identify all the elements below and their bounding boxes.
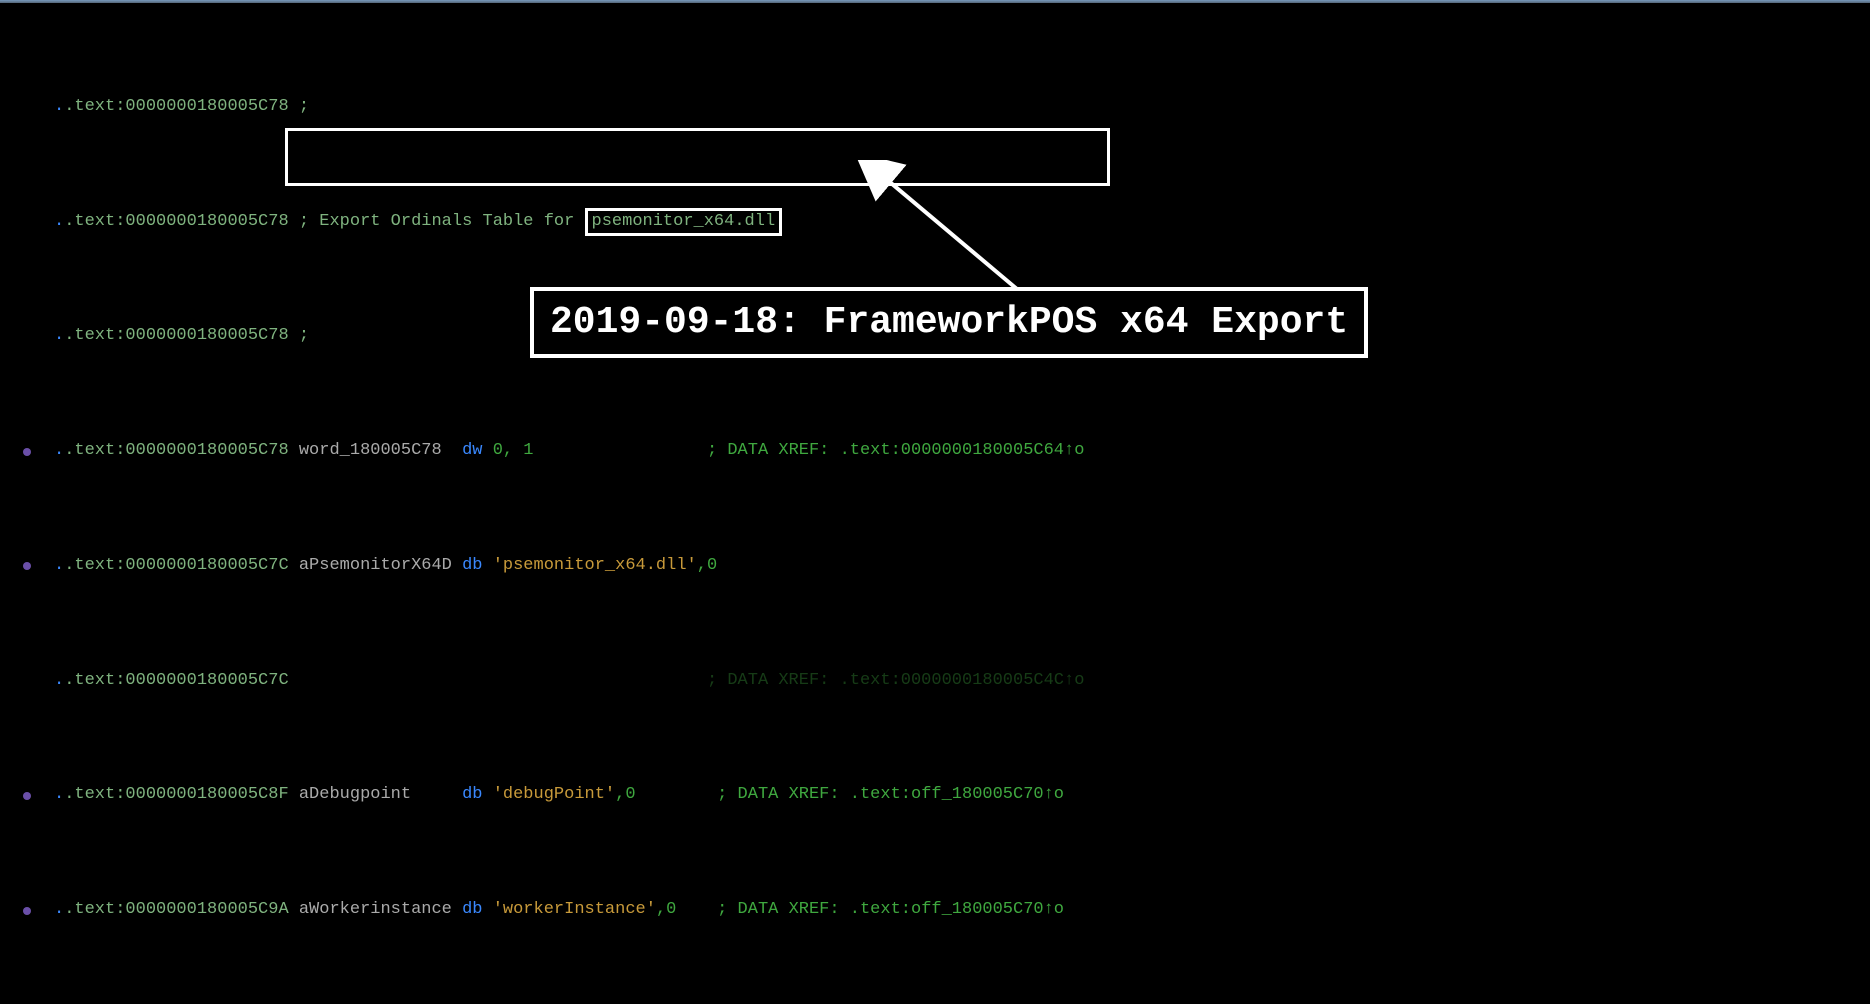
symbol-label: aDebugpoint	[299, 785, 411, 804]
disasm-line: ..text:0000000180005C8F aDebugpoint db '…	[0, 784, 1870, 807]
breakpoint-dot[interactable]	[23, 907, 31, 915]
disasm-line: ..text:0000000180005C78 word_180005C78 d…	[0, 440, 1870, 463]
disasm-line: ..text:0000000180005C78 ; Export Ordinal…	[0, 211, 1870, 234]
window-top-border	[0, 0, 1870, 3]
disasm-line: ..text:0000000180005C7C ; DATA XREF: .te…	[0, 670, 1870, 693]
xref[interactable]: ; DATA XREF: .text:0000000180005C64↑o	[707, 441, 1084, 460]
xref[interactable]: ; DATA XREF: .text:off_180005C70↑o	[717, 785, 1064, 804]
symbol-label: word_180005C78	[299, 441, 442, 460]
disasm-line: ..text:0000000180005C7C aPsemonitorX64D …	[0, 555, 1870, 578]
breakpoint-dot[interactable]	[23, 562, 31, 570]
symbol-label: aPsemonitorX64D	[299, 556, 452, 575]
highlight-dll-name: psemonitor_x64.dll	[585, 208, 783, 237]
symbol-label: aWorkerinstance	[299, 900, 452, 919]
segment-name: .	[54, 97, 64, 116]
disasm-line: ..text:0000000180005C78 ;	[0, 96, 1870, 119]
annotation-label: 2019-09-18: FrameworkPOS x64 Export	[530, 287, 1368, 358]
disassembly-view[interactable]: ..text:0000000180005C78 ; ..text:0000000…	[0, 0, 1870, 1004]
xref: ; DATA XREF: .text:0000000180005C4C↑o	[707, 671, 1084, 690]
xref[interactable]: ; DATA XREF: .text:off_180005C70↑o	[717, 900, 1064, 919]
disasm-line: ..text:0000000180005C9A aWorkerinstance …	[0, 899, 1870, 922]
breakpoint-dot[interactable]	[23, 792, 31, 800]
breakpoint-dot[interactable]	[23, 448, 31, 456]
